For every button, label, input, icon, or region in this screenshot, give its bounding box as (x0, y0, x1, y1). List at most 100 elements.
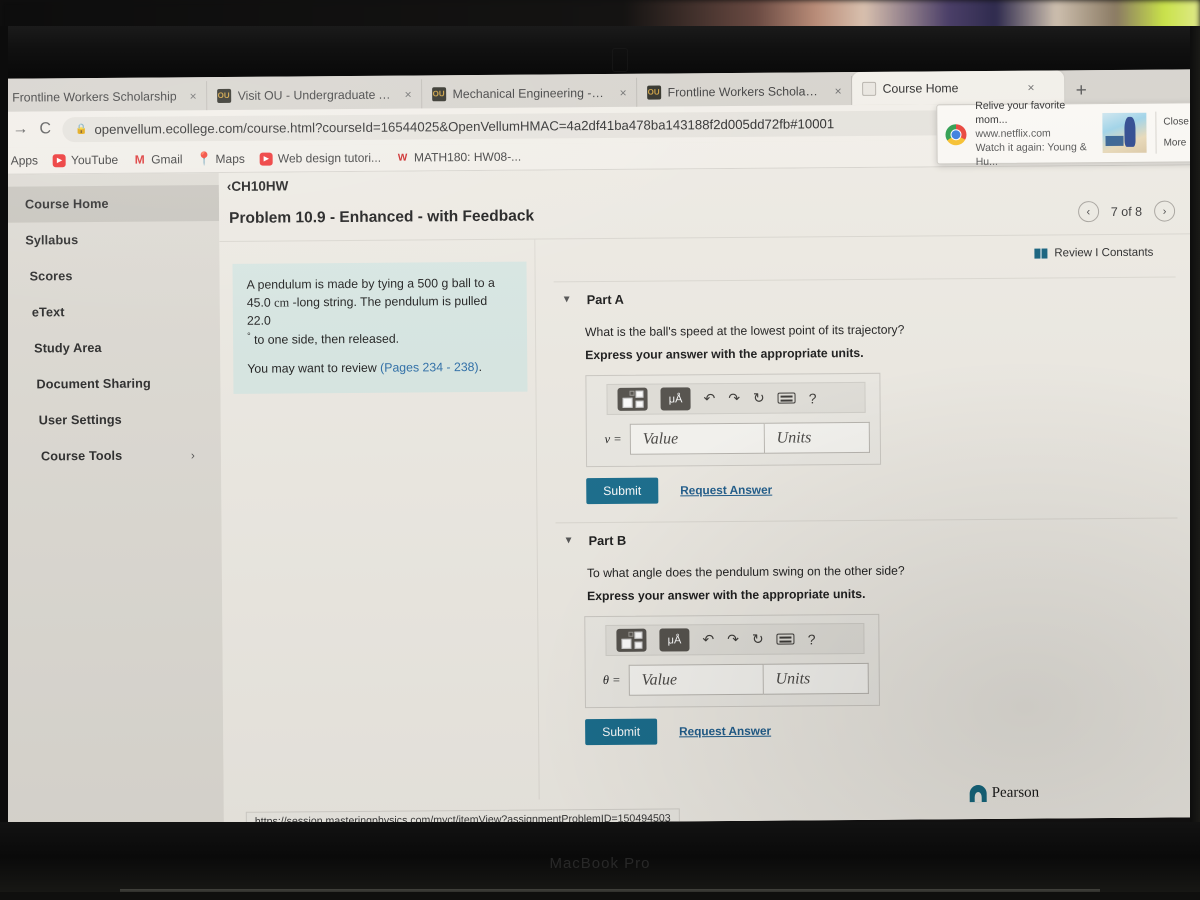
part-b-request-answer-link[interactable]: Request Answer (679, 724, 771, 739)
bookmark-apps[interactable]: Apps (11, 153, 38, 167)
statement-length-value: 45.0 (246, 295, 271, 310)
course-sidebar: Course Home Syllabus Scores eText Study … (0, 172, 224, 827)
part-b-submit-button[interactable]: Submit (585, 718, 658, 746)
part-b-units-input[interactable]: Units (763, 662, 869, 695)
part-a-units-input[interactable]: Units (764, 421, 870, 454)
help-icon[interactable]: ? (809, 390, 817, 406)
laptop-photo: Frontline Workers Scholarship × OU Visit… (0, 0, 1200, 900)
math-template-icon[interactable] (617, 387, 648, 411)
part-a-value-input[interactable]: Value (629, 422, 765, 455)
sidebar-item-document-sharing[interactable]: Document Sharing (2, 365, 220, 403)
part-b-value-input[interactable]: Value (628, 663, 764, 696)
statement-line-3-text: to one side, then released. (254, 332, 400, 348)
part-b-buttons: Submit Request Answer (585, 714, 1179, 746)
part-b-question: To what angle does the pendulum swing on… (586, 563, 905, 581)
help-icon[interactable]: ? (808, 631, 816, 647)
page-title: Problem 10.9 - Enhanced - with Feedback (229, 207, 535, 227)
bookmark-gmail[interactable]: M Gmail (133, 152, 183, 167)
keyboard-icon[interactable] (776, 633, 795, 645)
sidebar-item-etext[interactable]: eText (2, 293, 220, 331)
laptop-bezel-left (0, 26, 8, 876)
problem-columns: A pendulum is made by tying a 500 g ball… (219, 234, 1200, 803)
statement-line-1: A pendulum is made by tying a 500 g ball… (246, 275, 495, 292)
browser-tab-1[interactable]: OU Visit OU - Undergraduate Adm × (206, 79, 422, 111)
part-b-header[interactable]: ▼ Part B (556, 528, 1178, 548)
sidebar-item-course-home[interactable]: Course Home (0, 184, 220, 223)
sidebar-item-course-tools[interactable]: Course Tools › (3, 437, 221, 475)
bookmark-label: Web design tutori... (277, 150, 382, 166)
gmail-icon: M (134, 152, 145, 167)
macbook-wordmark: MacBook Pro (549, 855, 651, 872)
part-a-variable-label: v = (604, 431, 622, 446)
sidebar-item-study-area[interactable]: Study Area (2, 329, 220, 367)
units-icon[interactable]: μÅ (660, 387, 691, 411)
part-a-header[interactable]: ▼ Part A (554, 287, 1176, 307)
chrome-notification-popup[interactable]: Relive your favorite mom... www.netflix.… (936, 99, 1200, 168)
maps-icon: 📍 (195, 151, 213, 167)
forward-arrow-icon[interactable]: → (12, 120, 28, 138)
problem-header: Problem 10.9 - Enhanced - with Feedback … (218, 186, 1200, 242)
review-prefix: You may want to review (247, 361, 377, 377)
tab-close-icon[interactable]: × (190, 89, 197, 103)
chrome-logo-icon (945, 123, 967, 145)
chevron-down-icon[interactable]: ▼ (562, 294, 572, 305)
browser-tab-0[interactable]: Frontline Workers Scholarship × (2, 81, 207, 112)
url-text: openvellum.ecollege.com/course.html?cour… (94, 115, 835, 137)
degree-symbol: ° (247, 331, 251, 342)
reset-icon[interactable]: ↻ (752, 631, 764, 648)
sidebar-item-label: Course Tools (40, 448, 123, 464)
next-problem-button[interactable]: › (1154, 200, 1176, 222)
bookmark-web-design[interactable]: ▶ Web design tutori... (259, 150, 382, 166)
problem-pager: ‹ 7 of 8 › (1077, 200, 1176, 223)
browser-tab-3[interactable]: OU Frontline Workers Scholarship × (636, 76, 852, 107)
chevron-right-icon: › (190, 448, 196, 463)
bookmark-label: Gmail (151, 152, 183, 167)
bookmark-maps[interactable]: 📍 Maps (195, 151, 245, 167)
lock-icon: 🔒 (74, 123, 88, 135)
tab-close-icon[interactable]: × (1027, 80, 1034, 94)
redo-icon[interactable]: ↷ (727, 631, 739, 648)
reset-icon[interactable]: ↻ (753, 390, 765, 407)
sidebar-item-syllabus[interactable]: Syllabus (1, 221, 219, 259)
sidebar-item-user-settings[interactable]: User Settings (3, 401, 221, 439)
keyboard-icon[interactable] (777, 392, 796, 404)
review-constants-row[interactable]: Review I Constants (553, 246, 1175, 263)
pearson-mark-icon (969, 784, 987, 803)
tab-close-icon[interactable]: × (405, 87, 412, 101)
tab-title: Frontline Workers Scholarship (667, 83, 822, 99)
part-a-submit-button[interactable]: Submit (586, 477, 659, 505)
redo-icon[interactable]: ↷ (728, 390, 740, 407)
review-suffix: . (478, 360, 483, 375)
math-template-icon[interactable] (616, 628, 647, 652)
bookmark-math180[interactable]: W MATH180: HW08-... (396, 150, 521, 165)
reload-icon[interactable]: C (39, 120, 51, 138)
prev-problem-button[interactable]: ‹ (1077, 201, 1099, 223)
browser-tab-2[interactable]: OU Mechanical Engineering - Care × (421, 77, 637, 109)
part-b-answer-box: μÅ ↶ ↷ ↻ ? θ = Value Units (584, 613, 880, 709)
part-b-section: ▼ Part B To what angle does the pendulum… (555, 517, 1180, 746)
tab-close-icon[interactable]: × (620, 85, 627, 99)
bookmark-label: MATH180: HW08-... (413, 149, 522, 165)
part-a-request-answer-link[interactable]: Request Answer (680, 483, 772, 498)
problem-statement: A pendulum is made by tying a 500 g ball… (232, 261, 528, 395)
statement-length-unit: cm (274, 295, 290, 310)
review-pages-link[interactable]: (Pages 234 - 238) (380, 360, 479, 375)
undo-icon[interactable]: ↶ (703, 390, 715, 407)
tab-close-icon[interactable]: × (835, 84, 842, 98)
problem-statement-column: A pendulum is made by tying a 500 g ball… (219, 240, 538, 802)
part-b-instruction: Express your answer with the appropriate… (587, 586, 866, 604)
statement-line-2: 45.0 cm -long string. The pendulum is pu… (247, 293, 513, 331)
bookmark-label: Maps (215, 151, 245, 167)
notification-source: www.netflix.com (975, 127, 1051, 140)
bookmark-youtube[interactable]: ▶ YouTube (52, 153, 118, 168)
book-icon (1034, 248, 1048, 259)
course-content: ‹CH10HW Problem 10.9 - Enhanced - with F… (218, 165, 1200, 825)
pearson-logo: Pearson (969, 784, 1040, 803)
tab-title: Visit OU - Undergraduate Adm (237, 87, 392, 103)
part-a-section: ▼ Part A What is the ball's speed at the… (553, 276, 1178, 505)
units-icon[interactable]: μÅ (659, 628, 690, 652)
undo-icon[interactable]: ↶ (702, 631, 714, 648)
sidebar-item-scores[interactable]: Scores (1, 257, 219, 295)
chevron-down-icon[interactable]: ▼ (564, 535, 574, 546)
part-a-question: What is the ball's speed at the lowest p… (584, 322, 905, 340)
